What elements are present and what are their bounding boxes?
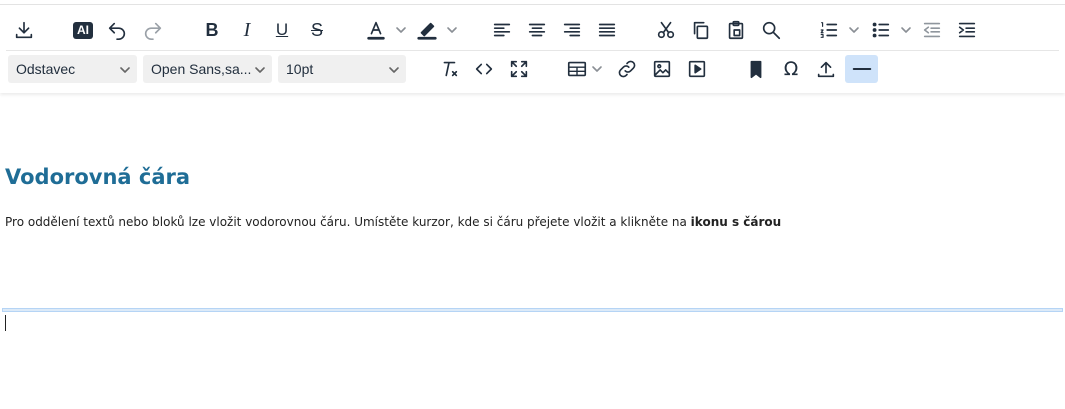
chevron-down-icon xyxy=(388,63,400,75)
special-character-icon[interactable]: Ω xyxy=(775,55,807,83)
align-right-icon[interactable] xyxy=(556,16,588,44)
block-format-select[interactable]: Odstavec xyxy=(8,55,137,83)
text-cursor xyxy=(5,315,6,331)
font-size-select[interactable]: 10pt xyxy=(278,55,406,83)
ai-assistant-button[interactable]: AI xyxy=(67,16,99,44)
font-family-select[interactable]: Open Sans,sa... xyxy=(143,55,272,83)
bold-icon[interactable]: B xyxy=(196,16,228,44)
text-color-chevron-icon[interactable] xyxy=(394,16,408,44)
block-format-value: Odstavec xyxy=(16,61,76,77)
omega-label: Ω xyxy=(783,58,799,80)
horizontal-rule[interactable] xyxy=(2,308,1063,312)
italic-label: I xyxy=(243,18,251,41)
copy-icon[interactable] xyxy=(685,16,717,44)
italic-icon[interactable]: I xyxy=(231,16,263,44)
bookmark-icon[interactable] xyxy=(740,55,772,83)
bullet-list-chevron-icon[interactable] xyxy=(899,16,913,44)
table-icon[interactable] xyxy=(561,55,593,83)
numbered-list-chevron-icon[interactable] xyxy=(847,16,861,44)
image-icon[interactable] xyxy=(646,55,678,83)
paragraph-bold-text: ikonu s čárou xyxy=(690,215,782,229)
indent-icon[interactable] xyxy=(951,16,983,44)
cut-icon[interactable] xyxy=(650,16,682,44)
font-size-value: 10pt xyxy=(286,61,314,77)
bullet-list-icon[interactable] xyxy=(865,16,897,44)
outdent-icon[interactable] xyxy=(916,16,948,44)
horizontal-line-icon[interactable] xyxy=(845,55,878,83)
fullscreen-icon[interactable] xyxy=(503,55,535,83)
paragraph-text: Pro oddělení textů nebo bloků lze vložit… xyxy=(5,215,691,229)
chevron-down-icon xyxy=(119,63,131,75)
numbered-list-icon[interactable] xyxy=(813,16,845,44)
highlight-color-icon[interactable] xyxy=(411,16,443,44)
align-justify-icon[interactable] xyxy=(591,16,623,44)
document-heading: Vodorovná čára xyxy=(5,165,191,189)
link-icon[interactable] xyxy=(611,55,643,83)
bold-label: B xyxy=(205,19,219,40)
chevron-down-icon xyxy=(254,63,266,75)
align-left-icon[interactable] xyxy=(486,16,518,44)
align-center-icon[interactable] xyxy=(521,16,553,44)
search-icon[interactable] xyxy=(755,16,787,44)
strikethrough-icon[interactable]: S xyxy=(301,16,333,44)
upload-icon[interactable] xyxy=(810,55,842,83)
font-family-value: Open Sans,sa... xyxy=(151,61,252,77)
clear-formatting-icon[interactable] xyxy=(433,55,465,83)
strikethrough-label: S xyxy=(310,19,323,40)
ai-badge: AI xyxy=(73,21,93,39)
paste-icon[interactable] xyxy=(720,16,752,44)
highlight-color-chevron-icon[interactable] xyxy=(445,16,459,44)
underline-icon[interactable]: U xyxy=(266,16,298,44)
text-color-icon[interactable] xyxy=(360,16,392,44)
editor-toolbar: AI B I U S Odstavec Open Sans,sa... 10pt… xyxy=(0,0,1065,93)
toolbar-top-border xyxy=(0,4,1065,5)
download-icon[interactable] xyxy=(8,16,40,44)
undo-icon[interactable] xyxy=(101,16,133,44)
media-icon[interactable] xyxy=(681,55,713,83)
source-code-icon[interactable] xyxy=(468,55,500,83)
document-paragraph: Pro oddělení textů nebo bloků lze vložit… xyxy=(5,215,781,229)
underline-label: U xyxy=(275,20,289,39)
toolbar-row-separator xyxy=(6,50,1059,51)
redo-icon[interactable] xyxy=(137,16,169,44)
editor-content-area[interactable]: Vodorovná čára Pro oddělení textů nebo b… xyxy=(0,93,1065,409)
table-chevron-icon[interactable] xyxy=(590,55,604,83)
